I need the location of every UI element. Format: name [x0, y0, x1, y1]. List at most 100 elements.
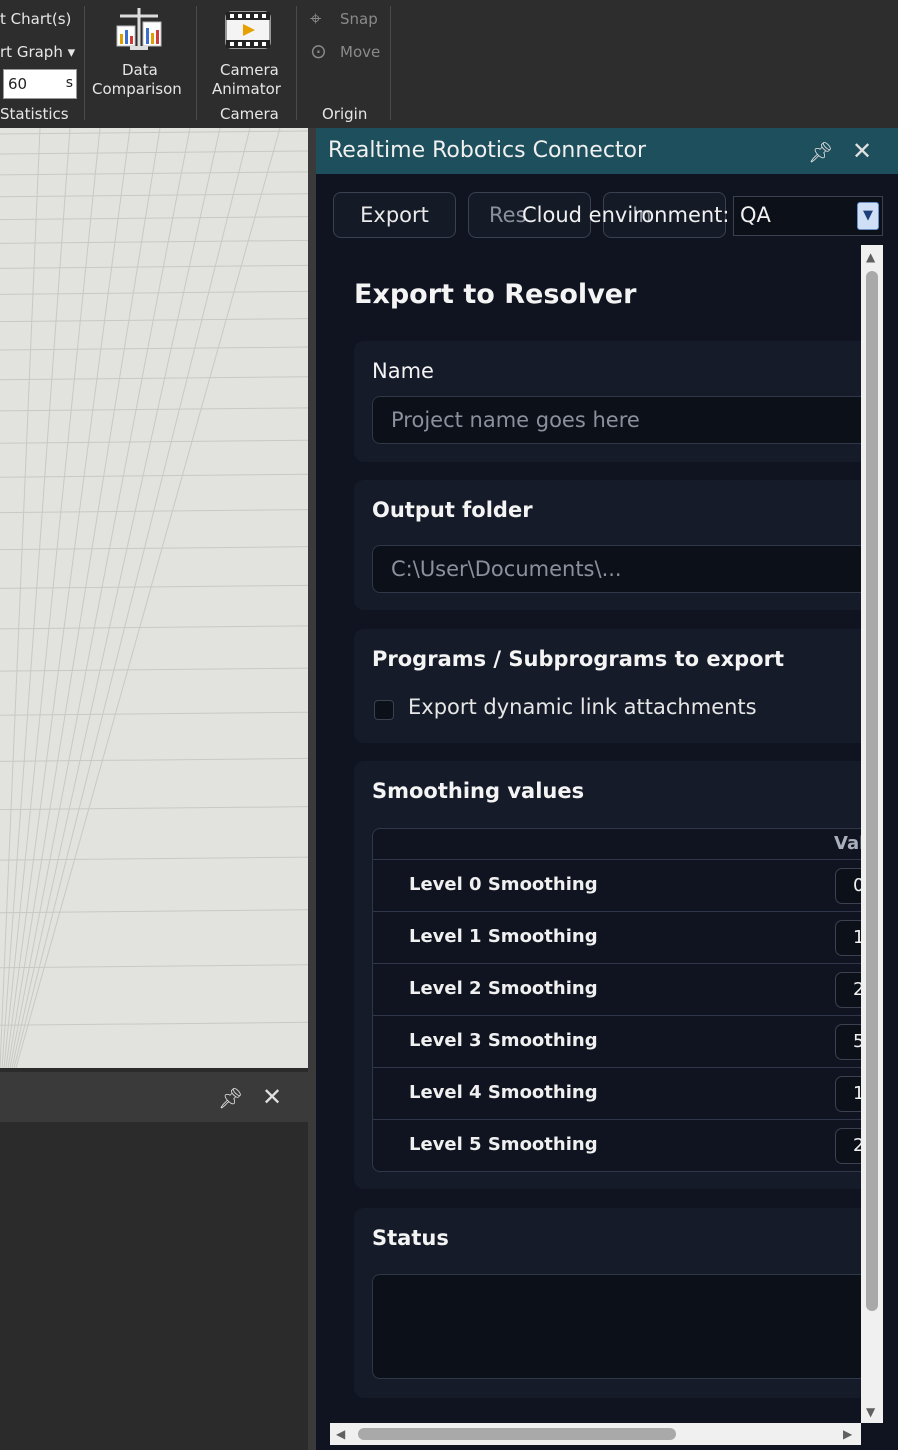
name-section: Name Project name goes here	[354, 341, 861, 462]
close-icon[interactable]: ✕	[262, 1085, 282, 1109]
data-comparison-label-2: Comparison	[92, 80, 182, 98]
smoothing-row-label: Level 4 Smoothing	[409, 1082, 598, 1103]
status-section: Status	[354, 1208, 861, 1398]
crosshair-icon: ⌖	[310, 6, 322, 30]
output-folder-input[interactable]: C:\User\Documents\...	[372, 545, 861, 593]
camera-animator-label-2: Animator	[212, 80, 281, 98]
grid-line	[5, 128, 131, 1068]
grid-line	[0, 439, 308, 444]
smoothing-section: Smoothing values Val Level 0 Smoothing0L…	[354, 761, 861, 1189]
output-folder-title: Output folder	[372, 498, 533, 522]
name-section-title: Name	[372, 359, 434, 383]
smoothing-row: Level 1 Smoothing 10	[373, 911, 861, 963]
project-name-placeholder: Project name goes here	[391, 408, 640, 432]
connector-title-bar: Realtime Robotics Connector 📌︎ ✕	[316, 128, 898, 174]
smoothing-value-input[interactable]: 10	[835, 1076, 861, 1112]
smoothing-value-input[interactable]: 0	[835, 868, 861, 904]
grid-line	[0, 473, 308, 478]
grid-line	[3, 128, 101, 1068]
charts-button[interactable]: t Chart(s)	[0, 10, 71, 28]
pin-icon[interactable]: 📌︎	[808, 140, 833, 164]
scroll-down-icon[interactable]: ▼	[866, 1405, 875, 1419]
ribbon-separator	[296, 6, 297, 120]
origin-group-label: Origin	[322, 105, 368, 123]
smoothing-value-input[interactable]: 10	[835, 920, 861, 956]
project-name-input[interactable]: Project name goes here	[372, 396, 861, 444]
3d-viewport[interactable]	[0, 128, 308, 1068]
cloud-environment-select[interactable]: QA ▼	[733, 196, 883, 236]
vertical-scrollbar[interactable]: ▲ ▼	[861, 245, 883, 1423]
smoothing-row-label: Level 5 Smoothing	[409, 1134, 598, 1155]
chevron-down-icon[interactable]: ▼	[857, 202, 879, 230]
grid-line	[13, 128, 251, 1068]
scroll-up-icon[interactable]: ▲	[866, 250, 875, 264]
snap-label: Snap	[340, 10, 378, 28]
grid-line	[0, 128, 41, 1068]
data-comparison-button[interactable]: Data Comparison	[88, 4, 188, 100]
grid-line	[0, 806, 308, 811]
camera-animator-button[interactable]: Camera Animator	[204, 4, 292, 100]
horizontal-scrollbar[interactable]: ◀ ▶	[330, 1423, 861, 1445]
grid-line	[15, 128, 281, 1068]
grid-line	[0, 546, 308, 551]
smoothing-row: Level 3 Smoothing 5	[373, 1015, 861, 1067]
graph-dropdown[interactable]: rt Graph ▾	[0, 43, 75, 61]
tab-export[interactable]: Export	[333, 192, 456, 238]
grid-line	[0, 318, 308, 323]
ribbon-separator	[390, 6, 391, 120]
output-folder-section: Output folder C:\User\Documents\...	[354, 480, 861, 610]
output-folder-placeholder: C:\User\Documents\...	[391, 557, 622, 581]
lower-pane-header: 📌︎ ✕	[0, 1072, 308, 1122]
page-title: Export to Resolver	[354, 279, 637, 310]
programs-section: Programs / Subprograms to export Export …	[354, 629, 861, 743]
scroll-right-icon[interactable]: ▶	[843, 1427, 852, 1441]
status-section-title: Status	[372, 1226, 449, 1250]
ribbon: t Chart(s) rt Graph ▾ 60 s Statistics Da…	[0, 0, 898, 128]
programs-section-title: Programs / Subprograms to export	[372, 647, 785, 671]
smoothing-value-input[interactable]: 2	[835, 1128, 861, 1164]
ribbon-separator	[84, 6, 85, 120]
camera-group-label: Camera	[220, 105, 279, 123]
floor-grid	[0, 128, 308, 1068]
pin-icon[interactable]: 📌︎	[218, 1086, 243, 1110]
horizontal-scroll-thumb[interactable]	[358, 1428, 676, 1440]
cloud-environment-value: QA	[740, 203, 771, 227]
ribbon-separator	[196, 6, 197, 120]
cloud-environment-label: Cloud environment:	[522, 203, 730, 227]
snap-button[interactable]: ⌖ Snap	[308, 6, 384, 32]
close-icon[interactable]: ✕	[852, 139, 872, 163]
grid-line	[9, 128, 191, 1068]
grid-line	[0, 130, 308, 135]
scroll-left-icon[interactable]: ◀	[336, 1427, 345, 1441]
smoothing-row-label: Level 1 Smoothing	[409, 926, 598, 947]
statistics-interval-unit: s	[65, 75, 73, 91]
smoothing-value-input[interactable]: 2	[835, 972, 861, 1008]
smoothing-row-label: Level 2 Smoothing	[409, 978, 598, 999]
grid-line	[0, 346, 308, 351]
statistics-interval-input[interactable]: 60 s	[3, 69, 77, 99]
smoothing-row: Level 5 Smoothing 2	[373, 1119, 861, 1171]
smoothing-row: Level 0 Smoothing 0	[373, 859, 861, 911]
export-form: Export to Resolver Name Project name goe…	[330, 245, 861, 1423]
grid-line	[0, 667, 308, 672]
dynamic-link-checkbox[interactable]	[374, 700, 394, 720]
grid-line	[7, 128, 161, 1068]
grid-line	[0, 964, 308, 969]
dynamic-link-checkbox-label[interactable]: Export dynamic link attachments	[408, 695, 757, 719]
grid-line	[1, 128, 71, 1068]
lower-pane-body	[0, 1122, 308, 1450]
vertical-scroll-thumb[interactable]	[866, 271, 878, 1311]
move-button[interactable]: ⊙ Move	[308, 39, 384, 65]
grid-line	[0, 407, 308, 412]
grid-line	[0, 625, 308, 630]
grid-line	[0, 856, 308, 861]
statistics-interval-value: 60	[8, 75, 28, 93]
grid-line	[0, 171, 308, 176]
statistics-group-label: Statistics	[0, 105, 69, 123]
move-target-icon: ⊙	[310, 39, 327, 63]
grid-line	[0, 584, 308, 589]
smoothing-value-input[interactable]: 5	[835, 1024, 861, 1060]
pane-splitter[interactable]	[308, 128, 316, 1450]
grid-line	[11, 128, 221, 1068]
scale-chart-icon	[116, 8, 162, 50]
